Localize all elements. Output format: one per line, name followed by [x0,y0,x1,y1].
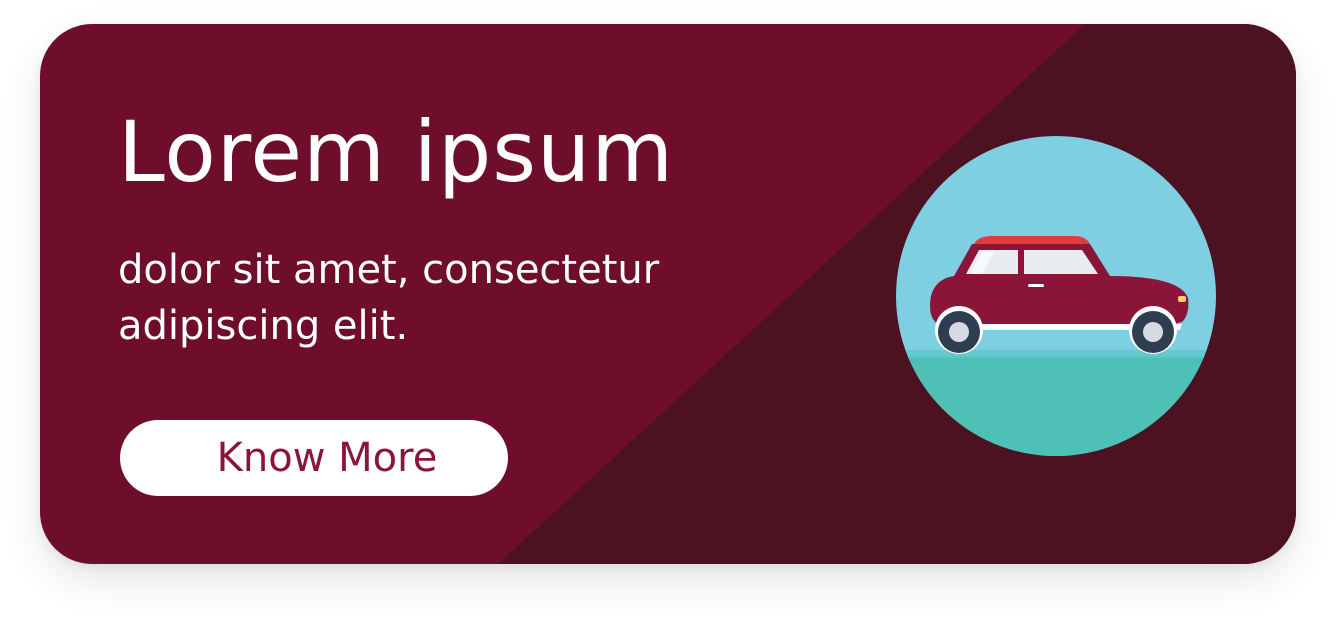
know-more-button[interactable]: Know More [120,420,508,496]
ground [896,356,1216,456]
car-icon [896,136,1216,456]
promo-banner-card: Lorem ipsum dolor sit amet, consectetur … [40,24,1296,564]
banner-subtitle: dolor sit amet, consectetur adipiscing e… [118,247,660,349]
banner-title: Lorem ipsum [118,103,675,201]
